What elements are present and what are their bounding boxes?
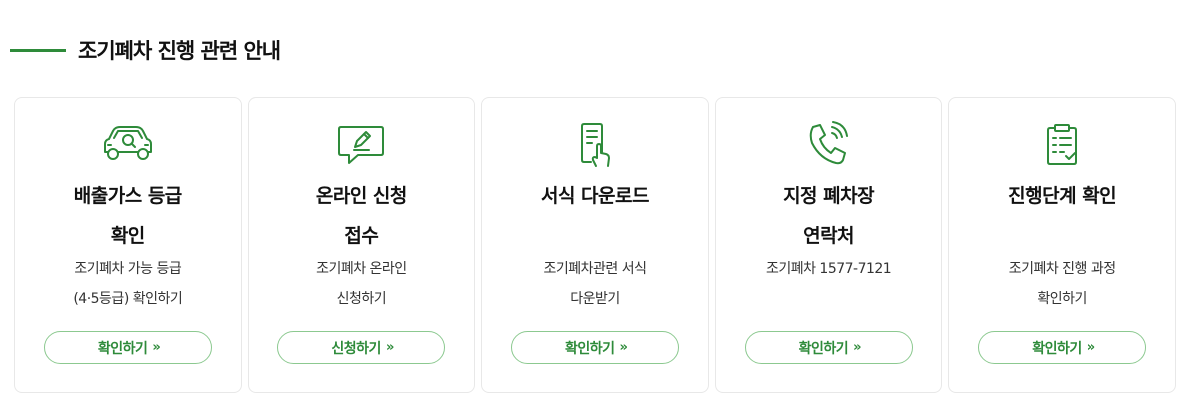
card-title-line: 배출가스 등급 — [73, 185, 182, 207]
document-download-icon — [565, 122, 625, 168]
card-title-line: 서식 다운로드 — [540, 185, 649, 207]
card-title-line: 지정 폐차장 — [783, 185, 875, 207]
card-online-application: 온라인 신청 접수 조기폐차 온라인 신청하기 신청하기 » — [247, 97, 476, 393]
card-desc-line: 확인하기 — [1037, 291, 1087, 307]
card-title-line: 온라인 신청 — [315, 185, 408, 207]
card-progress-status: 진행단계 확인 조기폐차 진행 과정 확인하기 확인하기 » — [948, 97, 1176, 393]
card-title: 서식 다운로드 — [490, 176, 700, 216]
button-label: 확인하기 — [1032, 340, 1082, 357]
card-description: 조기폐차 가능 등급 (4·5등급) 확인하기 — [23, 254, 233, 314]
card-desc-line: 조기폐차 가능 등급 — [74, 261, 182, 277]
card-desc-line: 다운받기 — [570, 291, 620, 307]
card-desc-line: (4·5등급) 확인하기 — [73, 291, 183, 307]
card-title: 배출가스 등급 확인 — [23, 176, 233, 256]
card-description: 조기폐차관련 서식 다운받기 — [490, 254, 700, 314]
card-emission-grade: 배출가스 등급 확인 조기폐차 가능 등급 (4·5등급) 확인하기 확인하기 … — [14, 97, 242, 393]
button-label: 확인하기 — [97, 340, 148, 357]
card-desc-line: 신청하기 — [336, 291, 387, 307]
card-desc-line: 조기폐차 온라인 — [316, 261, 407, 277]
card-title: 진행단계 확인 — [957, 176, 1167, 216]
card-form-download: 서식 다운로드 조기폐차관련 서식 다운받기 확인하기 » — [481, 97, 709, 393]
download-forms-button[interactable]: 확인하기 » — [510, 331, 679, 364]
check-progress-button[interactable]: 확인하기 » — [978, 331, 1147, 364]
card-description: 조기폐차 진행 과정 확인하기 — [957, 254, 1167, 314]
card-title: 온라인 신청 접수 — [257, 176, 467, 256]
button-label: 신청하기 — [331, 340, 381, 357]
section-accent-line — [10, 48, 66, 52]
card-title: 지정 폐차장 연락처 — [724, 176, 934, 256]
card-scrapyard-contact: 지정 폐차장 연락처 조기폐차 1577-7121 확인하기 » — [714, 97, 943, 393]
check-grade-button[interactable]: 확인하기 » — [43, 331, 212, 364]
double-chevron-right-icon: » — [1086, 340, 1096, 355]
button-label: 확인하기 — [798, 340, 849, 357]
clipboard-check-icon — [1032, 122, 1092, 168]
card-description: 조기폐차 온라인 신청하기 — [257, 254, 467, 314]
double-chevron-right-icon: » — [385, 340, 395, 355]
card-desc-line: 조기폐차 진행 과정 — [1008, 261, 1116, 277]
card-title-line: 진행단계 확인 — [1008, 185, 1117, 207]
card-desc-line: 조기폐차관련 서식 — [543, 261, 647, 277]
double-chevron-right-icon: » — [619, 340, 629, 355]
section-header: 조기폐차 진행 관련 안내 — [10, 30, 281, 70]
section-title: 조기폐차 진행 관련 안내 — [78, 39, 281, 63]
card-title-line: 연락처 — [803, 225, 855, 247]
card-title-line: 접수 — [344, 225, 379, 247]
card-desc-line — [724, 284, 934, 314]
car-search-icon — [98, 122, 158, 168]
check-contact-button[interactable]: 확인하기 » — [744, 331, 913, 364]
phone-icon — [799, 121, 859, 168]
card-desc-line: 조기폐차 1577-7121 — [765, 261, 892, 277]
double-chevron-right-icon: » — [853, 340, 862, 355]
chat-pen-icon — [331, 122, 391, 168]
button-label: 확인하기 — [565, 340, 615, 357]
double-chevron-right-icon: » — [152, 340, 161, 355]
card-list: 배출가스 등급 확인 조기폐차 가능 등급 (4·5등급) 확인하기 확인하기 … — [14, 97, 1176, 393]
apply-button[interactable]: 신청하기 » — [277, 331, 446, 364]
card-description: 조기폐차 1577-7121 — [724, 254, 934, 314]
card-title-line: 확인 — [110, 225, 145, 247]
